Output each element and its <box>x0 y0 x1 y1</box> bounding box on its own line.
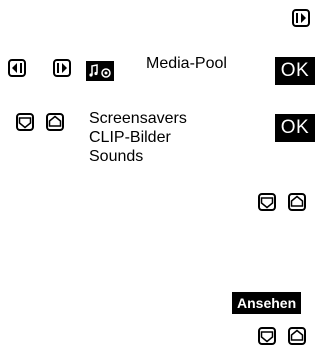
nav-down-key-icon[interactable] <box>258 327 276 345</box>
view-softkey[interactable]: Ansehen <box>232 292 302 314</box>
submenu-list: Screensavers CLIP-Bilder Sounds <box>89 109 249 166</box>
nav-up-key-icon[interactable] <box>46 113 64 131</box>
list-item[interactable]: Screensavers <box>89 109 249 128</box>
media-pool-title: Media-Pool <box>146 55 227 72</box>
menu-right-key-icon[interactable] <box>292 9 310 27</box>
media-pool-icon <box>86 61 114 81</box>
menu-left-key-icon[interactable] <box>8 59 26 77</box>
list-item[interactable]: CLIP-Bilder <box>89 128 249 147</box>
list-item[interactable]: Sounds <box>89 147 249 166</box>
ok-softkey[interactable]: OK <box>275 114 315 142</box>
nav-up-key-icon[interactable] <box>288 193 306 211</box>
menu-right-key-icon[interactable] <box>53 59 71 77</box>
ok-softkey[interactable]: OK <box>275 57 315 85</box>
nav-down-key-icon[interactable] <box>16 113 34 131</box>
nav-down-key-icon[interactable] <box>258 193 276 211</box>
nav-up-key-icon[interactable] <box>288 327 306 345</box>
